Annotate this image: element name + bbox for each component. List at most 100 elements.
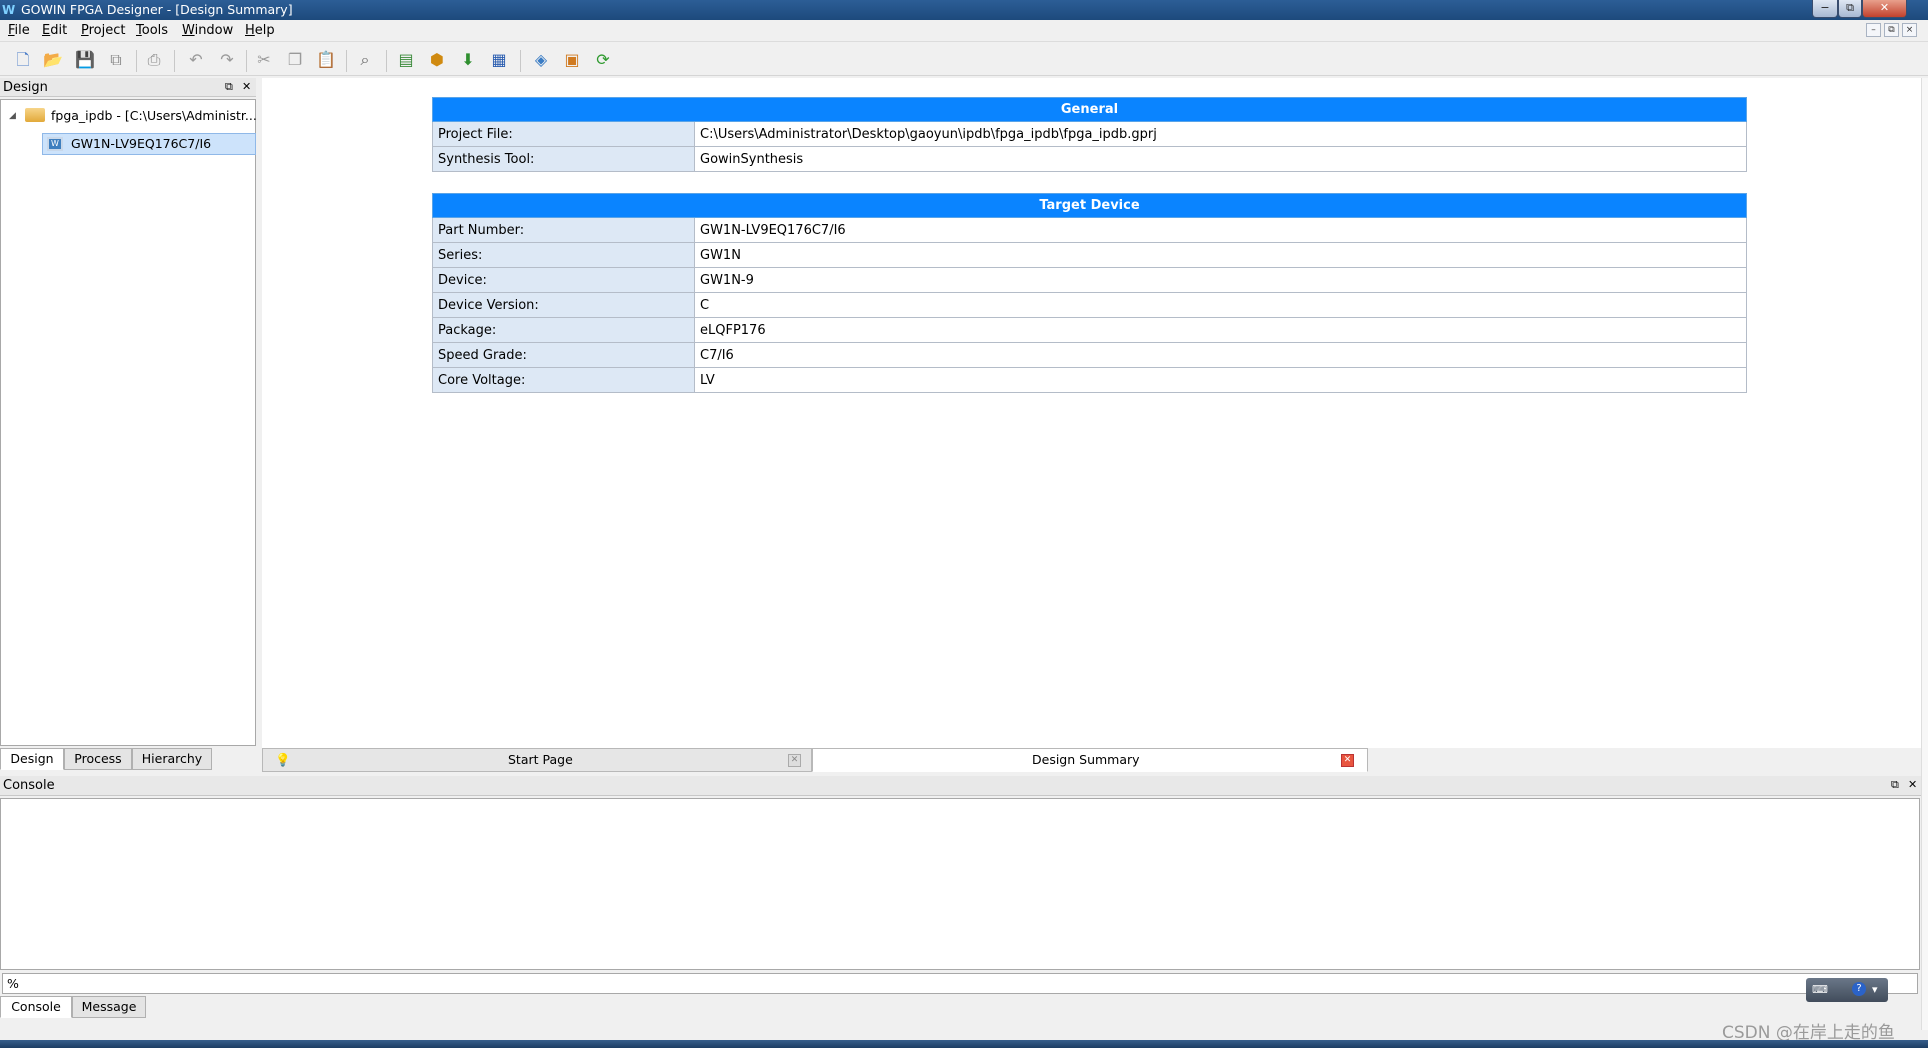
console-panel-title: Console [3, 778, 55, 793]
open-folder-icon[interactable]: 📂 [42, 49, 64, 71]
tree-item-device[interactable]: W GW1N-LV9EQ176C7/I6 [42, 133, 256, 155]
floorplanner-icon[interactable]: ▣ [561, 49, 583, 71]
program-device-icon[interactable]: ⬇ [457, 49, 479, 71]
menu-bar: File Edit Project Tools Window Help – ⧉ … [0, 20, 1928, 42]
undo-icon[interactable]: ↶ [185, 49, 207, 71]
target-device-header: Target Device [432, 193, 1747, 218]
table-row: Core Voltage: LV [432, 367, 1747, 393]
design-panel-tabs: Design Process Hierarchy [0, 748, 256, 770]
table-row: Package: eLQFP176 [432, 317, 1747, 343]
tab-start-page-label: Start Page [508, 752, 573, 767]
save-all-icon[interactable]: ⧉ [105, 49, 127, 71]
tab-design[interactable]: Design [0, 748, 64, 770]
taskbar [0, 1040, 1928, 1048]
close-icon[interactable]: ✕ [1341, 754, 1354, 767]
tab-hierarchy[interactable]: Hierarchy [132, 748, 212, 770]
float-icon[interactable]: ⧉ [1891, 778, 1899, 792]
menu-help[interactable]: Help [245, 23, 275, 38]
paste-icon[interactable]: 📋 [315, 49, 337, 71]
table-row: Device Version: C [432, 292, 1747, 318]
tab-process[interactable]: Process [64, 748, 132, 770]
find-icon[interactable]: ⌕ [354, 49, 376, 71]
tree-device-label: GW1N-LV9EQ176C7/I6 [71, 136, 212, 151]
core-voltage-value: LV [694, 367, 1747, 393]
mdi-close-button[interactable]: × [1902, 23, 1917, 37]
console-output[interactable] [0, 798, 1920, 970]
tab-console[interactable]: Console [0, 996, 72, 1018]
new-file-icon[interactable]: 🗋 [12, 49, 34, 71]
close-icon[interactable]: ✕ [788, 754, 801, 767]
design-panel-header: Design ⧉ ✕ [0, 78, 256, 97]
minimize-window-button[interactable]: − [1812, 0, 1838, 18]
synthesis-tool-value: GowinSynthesis [694, 146, 1747, 172]
console-panel-header: Console ⧉ ✕ [0, 776, 1928, 796]
device-value: GW1N-9 [694, 267, 1747, 293]
close-icon[interactable]: ✕ [242, 80, 251, 93]
schedule-icon[interactable]: ▦ [488, 49, 510, 71]
chevron-down-icon[interactable]: ▾ [1872, 983, 1878, 996]
menu-tools[interactable]: Tools [136, 23, 168, 38]
help-icon[interactable]: ? [1852, 982, 1866, 996]
window-title: GOWIN FPGA Designer - [Design Summary] [21, 2, 293, 17]
synthesize-icon[interactable]: ▤ [395, 49, 417, 71]
chip-icon: W [47, 137, 63, 151]
console-tabs: Console Message [0, 996, 400, 1018]
document-tabs: 💡 Start Page ✕ Design Summary ✕ [262, 748, 1921, 774]
table-row: Project File: C:\Users\Administrator\Des… [432, 121, 1747, 147]
restore-window-button[interactable]: ⧉ [1838, 0, 1862, 18]
tab-design-summary[interactable]: Design Summary ✕ [812, 748, 1368, 772]
place-route-icon[interactable]: ⬢ [426, 49, 448, 71]
tab-message[interactable]: Message [72, 996, 146, 1018]
copy-icon[interactable]: ❐ [284, 49, 306, 71]
speed-grade-key: Speed Grade: [432, 342, 695, 368]
tab-start-page[interactable]: 💡 Start Page ✕ [262, 748, 812, 772]
title-bar: W GOWIN FPGA Designer - [Design Summary]… [0, 0, 1928, 20]
mdi-restore-button[interactable]: ⧉ [1884, 23, 1899, 37]
general-table: General Project File: C:\Users\Administr… [432, 97, 1747, 172]
table-row: Speed Grade: C7/I6 [432, 342, 1747, 368]
core-voltage-key: Core Voltage: [432, 367, 695, 393]
table-row: Part Number: GW1N-LV9EQ176C7/I6 [432, 217, 1747, 243]
series-key: Series: [432, 242, 695, 268]
package-value: eLQFP176 [694, 317, 1747, 343]
save-icon[interactable]: 💾 [74, 49, 96, 71]
package-key: Package: [432, 317, 695, 343]
part-number-value: GW1N-LV9EQ176C7/I6 [694, 217, 1747, 243]
device-version-value: C [694, 292, 1747, 318]
tree-expander-icon[interactable]: ◢ [9, 111, 16, 121]
table-row: Device: GW1N-9 [432, 267, 1747, 293]
series-value: GW1N [694, 242, 1747, 268]
tab-design-summary-label: Design Summary [1032, 752, 1140, 767]
toolbar: 🗋 📂 💾 ⧉ ⎙ ↶ ↷ ✂ ❐ 📋 ⌕ ▤ ⬢ ⬇ ▦ ◈ ▣ ⟳ [0, 42, 1928, 76]
keyboard-icon[interactable]: ⌨ [1812, 983, 1828, 996]
part-number-key: Part Number: [432, 217, 695, 243]
menu-project[interactable]: Project [81, 23, 126, 38]
mdi-minimize-button[interactable]: – [1866, 23, 1881, 37]
close-icon[interactable]: ✕ [1908, 778, 1917, 791]
design-summary-view [262, 78, 1921, 748]
device-key: Device: [432, 267, 695, 293]
refresh-icon[interactable]: ⟳ [592, 49, 614, 71]
project-folder-icon [25, 108, 45, 122]
console-command-input[interactable]: % [2, 973, 1918, 994]
print-icon[interactable]: ⎙ [143, 49, 165, 71]
speed-grade-value: C7/I6 [694, 342, 1747, 368]
device-version-key: Device Version: [432, 292, 695, 318]
redo-icon[interactable]: ↷ [216, 49, 238, 71]
lightbulb-icon: 💡 [275, 752, 291, 767]
ip-core-icon[interactable]: ◈ [530, 49, 552, 71]
table-row: Synthesis Tool: GowinSynthesis [432, 146, 1747, 172]
cut-icon[interactable]: ✂ [253, 49, 275, 71]
menu-window[interactable]: Window [182, 23, 233, 38]
float-icon[interactable]: ⧉ [225, 80, 233, 94]
design-panel-title: Design [3, 80, 48, 95]
table-row: Series: GW1N [432, 242, 1747, 268]
project-file-value: C:\Users\Administrator\Desktop\gaoyun\ip… [694, 121, 1747, 147]
project-file-key: Project File: [432, 121, 695, 147]
window-edge [1921, 78, 1928, 1030]
target-device-table: Target Device Part Number: GW1N-LV9EQ176C… [432, 193, 1747, 393]
menu-file[interactable]: File [8, 23, 30, 38]
menu-edit[interactable]: Edit [42, 23, 67, 38]
language-bar[interactable]: ⌨ ? ▾ [1806, 978, 1888, 1002]
close-window-button[interactable]: ✕ [1862, 0, 1907, 18]
